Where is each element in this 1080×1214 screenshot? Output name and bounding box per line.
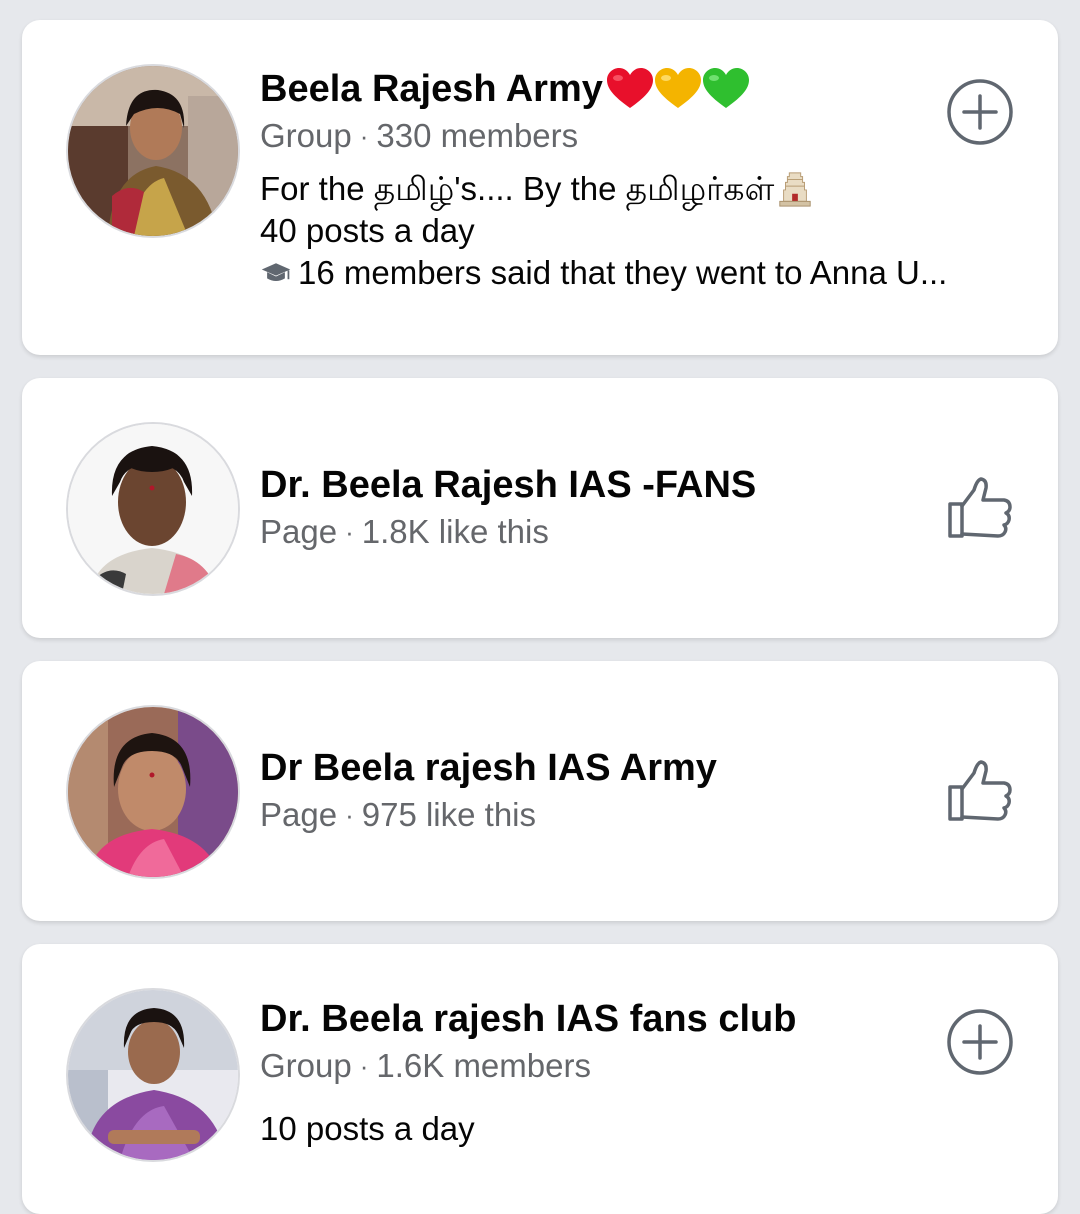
result-description-row: For the தமிழ்'s.... By the தமிழர்கள் bbox=[260, 168, 1008, 210]
result-card-page[interactable]: Dr. Beela Rajesh IAS -FANS Page · 1.8K l… bbox=[22, 378, 1058, 638]
result-stat: 975 like this bbox=[361, 796, 537, 833]
avatar-photo bbox=[68, 707, 238, 877]
result-stat: 1.8K like this bbox=[361, 513, 549, 550]
like-page-button[interactable] bbox=[946, 474, 1014, 542]
result-description: For the தமிழ்'s.... By the தமிழர்கள் bbox=[260, 170, 775, 207]
result-stat: 330 members bbox=[376, 117, 579, 154]
result-info: Beela Rajesh Army Group · 330 members Fo… bbox=[260, 64, 1008, 294]
plus-circle-icon bbox=[947, 79, 1013, 145]
meta-separator: · bbox=[359, 1051, 369, 1081]
like-thumb-icon bbox=[948, 760, 1012, 821]
join-group-button[interactable] bbox=[946, 78, 1014, 146]
avatar-photo bbox=[68, 990, 238, 1160]
result-info: Dr. Beela rajesh IAS fans club Group · 1… bbox=[260, 994, 1008, 1150]
result-info: Dr. Beela Rajesh IAS -FANS Page · 1.8K l… bbox=[260, 460, 1008, 554]
result-type: Group bbox=[260, 1047, 352, 1084]
result-type: Page bbox=[260, 513, 338, 550]
result-type: Group bbox=[260, 117, 352, 154]
result-info: Dr Beela rajesh IAS Army Page · 975 like… bbox=[260, 743, 1008, 837]
education-note: 16 members said that they went to Anna U… bbox=[298, 254, 948, 291]
result-title: Dr Beela rajesh IAS Army bbox=[260, 747, 717, 789]
join-group-button[interactable] bbox=[946, 1008, 1014, 1076]
result-title: Beela Rajesh Army bbox=[260, 68, 603, 110]
graduation-cap-icon bbox=[261, 263, 291, 281]
avatar-photo bbox=[68, 66, 238, 236]
green-heart-icon bbox=[702, 68, 749, 108]
page-avatar[interactable] bbox=[68, 707, 238, 877]
meta-separator: · bbox=[345, 517, 354, 547]
result-meta: Page · 1.8K like this bbox=[260, 510, 1008, 554]
education-note-row: 16 members said that they went to Anna U… bbox=[260, 252, 1008, 294]
heart-emojis bbox=[605, 66, 749, 112]
result-title: Dr. Beela rajesh IAS fans club bbox=[260, 998, 797, 1040]
avatar-photo bbox=[68, 424, 238, 594]
result-type: Page bbox=[260, 796, 338, 833]
group-avatar[interactable] bbox=[68, 990, 238, 1160]
group-avatar[interactable] bbox=[68, 66, 238, 236]
result-meta: Group · 330 members bbox=[260, 114, 1008, 158]
result-card-page[interactable]: Dr Beela rajesh IAS Army Page · 975 like… bbox=[22, 661, 1058, 921]
like-thumb-icon bbox=[948, 477, 1012, 538]
result-meta: Group · 1.6K members bbox=[260, 1044, 1008, 1088]
meta-separator: · bbox=[359, 121, 369, 151]
result-card-group[interactable]: Dr. Beela rajesh IAS fans club Group · 1… bbox=[22, 944, 1058, 1214]
plus-circle-icon bbox=[947, 1009, 1013, 1075]
temple-icon bbox=[779, 172, 811, 207]
result-stat: 1.6K members bbox=[376, 1047, 591, 1084]
meta-separator: · bbox=[345, 800, 354, 830]
result-activity: 10 posts a day bbox=[260, 1110, 475, 1147]
red-heart-icon bbox=[606, 68, 653, 108]
page-avatar[interactable] bbox=[68, 424, 238, 594]
like-page-button[interactable] bbox=[946, 757, 1014, 825]
result-meta: Page · 975 like this bbox=[260, 793, 1008, 837]
result-activity: 40 posts a day bbox=[260, 212, 475, 249]
result-card-group[interactable]: Beela Rajesh Army Group · 330 members Fo… bbox=[22, 20, 1058, 355]
result-title: Dr. Beela Rajesh IAS -FANS bbox=[260, 464, 757, 506]
yellow-heart-icon bbox=[654, 68, 701, 108]
result-title-row: Beela Rajesh Army bbox=[260, 64, 1008, 114]
